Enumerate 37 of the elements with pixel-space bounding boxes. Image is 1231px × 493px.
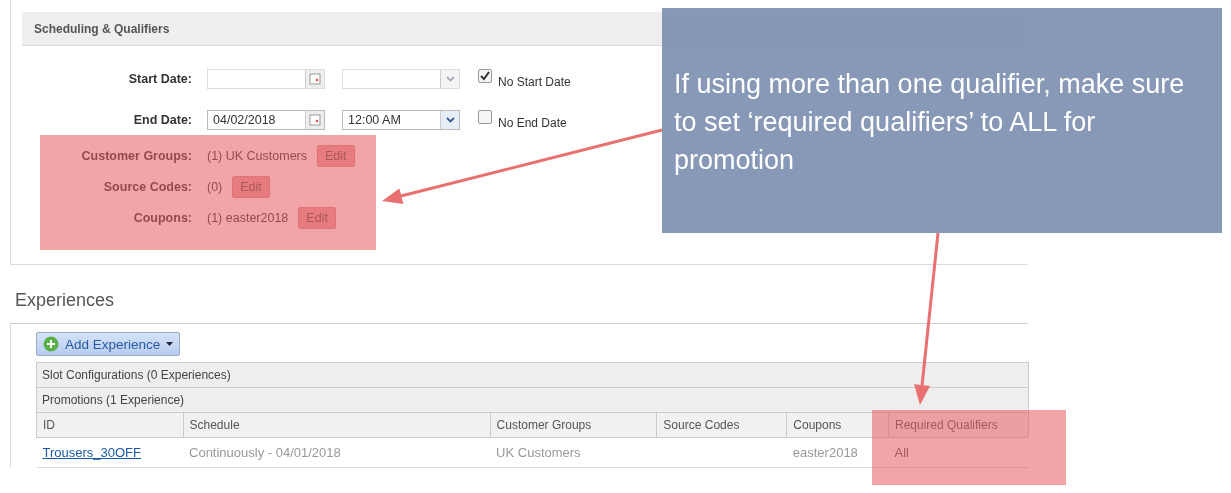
checkbox-label: No Start Date [498, 74, 571, 89]
chevron-down-icon [445, 116, 455, 123]
section-title: Scheduling & Qualifiers [34, 21, 170, 36]
column-header[interactable]: Coupons [786, 412, 889, 438]
field-label: Customer Groups: [80, 148, 192, 163]
calendar-icon[interactable] [309, 72, 321, 85]
date-field[interactable] [207, 68, 325, 89]
section-title: Experiences [15, 290, 116, 312]
table-cell: Continuously - 04/01/2018 [189, 445, 341, 460]
experience-link[interactable]: Trousers_30OFF [42, 445, 141, 460]
table-cell: UK Customers [496, 445, 581, 460]
chevron-down-icon [445, 75, 455, 82]
column-header[interactable]: Customer Groups [490, 412, 657, 438]
field-label: Source Codes: [102, 179, 192, 194]
group-row[interactable]: Slot Configurations (0 Experiences) [36, 362, 1029, 388]
qualifier-value: (1) easter2018 [207, 210, 289, 225]
time-dropdown[interactable]: 12:00 AM [342, 109, 460, 130]
field-label: End Date: [132, 112, 192, 127]
checkbox[interactable] [478, 68, 492, 83]
qualifier-value: (0) [207, 179, 223, 194]
column-header[interactable]: Schedule [183, 412, 491, 438]
callout-text: If using more than one qualifier, make sure to set ‘required qualifiers’ to ALL for promotion [674, 69, 1185, 175]
group-row[interactable]: Promotions (1 Experience) [36, 387, 1029, 413]
column-header[interactable]: Source Codes [656, 412, 787, 438]
table-cell: easter2018 [792, 445, 858, 460]
column-header[interactable]: ID [36, 412, 183, 438]
add-experience-button[interactable]: Add Experience [36, 332, 181, 356]
table-cell: All [894, 445, 909, 460]
checkbox-label: No End Date [498, 115, 567, 130]
date-field[interactable]: 04/02/2018 [207, 109, 325, 130]
qualifier-value: (1) UK Customers [207, 148, 308, 163]
field-label: Start Date: [127, 71, 192, 86]
caret-icon [166, 342, 174, 346]
plus-circle-icon [43, 336, 59, 352]
field-label: Coupons: [132, 210, 192, 225]
calendar-icon[interactable] [309, 113, 321, 126]
checkbox[interactable] [478, 109, 492, 124]
